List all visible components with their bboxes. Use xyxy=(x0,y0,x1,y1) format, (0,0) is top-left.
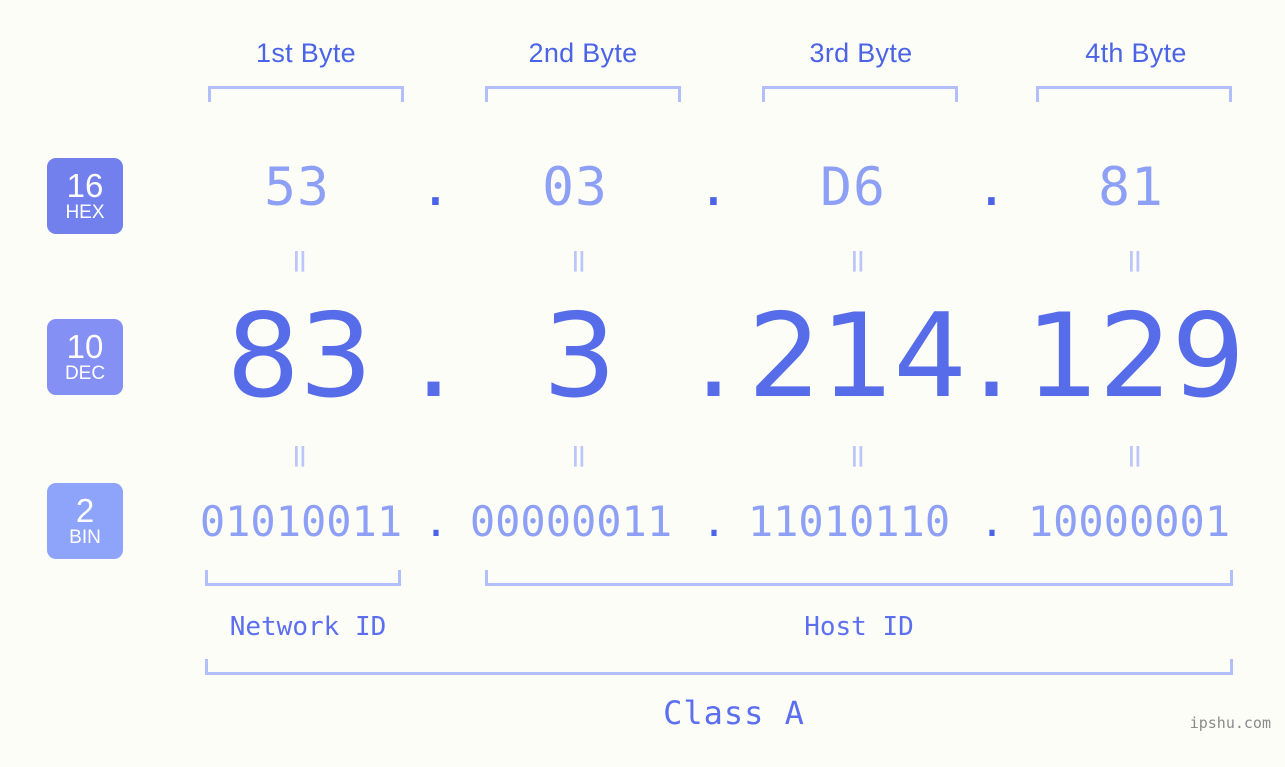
byte-header-2: 2nd Byte xyxy=(528,38,638,68)
dec-byte-3: 214 xyxy=(747,289,967,424)
hex-separator-3: . xyxy=(975,157,1009,218)
bin-byte-3: 11010110 xyxy=(747,497,951,546)
equals-mark-dec-bin-2: = xyxy=(560,442,600,471)
hex-byte-1: 53 xyxy=(264,157,330,218)
equals-mark-hex-dec-3: = xyxy=(839,247,879,276)
class-label: Class A xyxy=(663,694,805,732)
equals-mark-hex-dec-2: = xyxy=(560,247,600,276)
hex-value-row: 53 . 03 . D6 . 81 xyxy=(0,152,1285,224)
host-id-bracket xyxy=(485,570,1233,586)
bin-value-row: 01010011 . 00000011 . 11010110 . 1000000… xyxy=(0,492,1285,552)
dec-byte-4: 129 xyxy=(1025,289,1245,424)
equals-mark-hex-dec-1: = xyxy=(281,247,321,276)
dec-value-row: 83 . 3 . 214 . 129 xyxy=(0,296,1285,418)
dec-byte-2: 3 xyxy=(542,289,617,424)
network-id-bracket xyxy=(205,570,401,586)
equals-mark-dec-bin-4: = xyxy=(1116,442,1156,471)
ip-address-breakdown-diagram: 1st Byte 2nd Byte 3rd Byte 4th Byte 16 H… xyxy=(0,0,1285,767)
bin-byte-1: 01010011 xyxy=(199,497,403,546)
hex-separator-2: . xyxy=(697,157,731,218)
dec-separator-3: . xyxy=(973,289,1010,424)
hex-byte-4: 81 xyxy=(1098,157,1164,218)
byte-header-4: 4th Byte xyxy=(1085,38,1187,68)
class-bracket xyxy=(205,659,1233,675)
equals-mark-hex-dec-4: = xyxy=(1116,247,1156,276)
bin-separator-3: . xyxy=(979,497,1005,546)
network-id-label: Network ID xyxy=(229,612,387,642)
equals-mark-dec-bin-3: = xyxy=(839,442,879,471)
byte-header-3: 3rd Byte xyxy=(809,38,913,68)
bin-byte-4: 10000001 xyxy=(1027,497,1231,546)
byte-bracket-top-3 xyxy=(762,86,958,102)
dec-separator-1: . xyxy=(415,289,452,424)
byte-bracket-top-2 xyxy=(485,86,681,102)
bin-separator-1: . xyxy=(423,497,449,546)
watermark: ipshu.com xyxy=(1189,714,1271,732)
host-id-label: Host ID xyxy=(804,612,914,642)
bin-separator-2: . xyxy=(701,497,727,546)
hex-separator-1: . xyxy=(419,157,453,218)
hex-byte-3: D6 xyxy=(820,157,886,218)
byte-header-1: 1st Byte xyxy=(256,38,356,68)
equals-mark-dec-bin-1: = xyxy=(281,442,321,471)
byte-bracket-top-1 xyxy=(208,86,404,102)
hex-byte-2: 03 xyxy=(542,157,608,218)
byte-bracket-top-4 xyxy=(1036,86,1232,102)
bin-byte-2: 00000011 xyxy=(469,497,673,546)
dec-separator-2: . xyxy=(695,289,732,424)
dec-byte-1: 83 xyxy=(226,289,373,424)
